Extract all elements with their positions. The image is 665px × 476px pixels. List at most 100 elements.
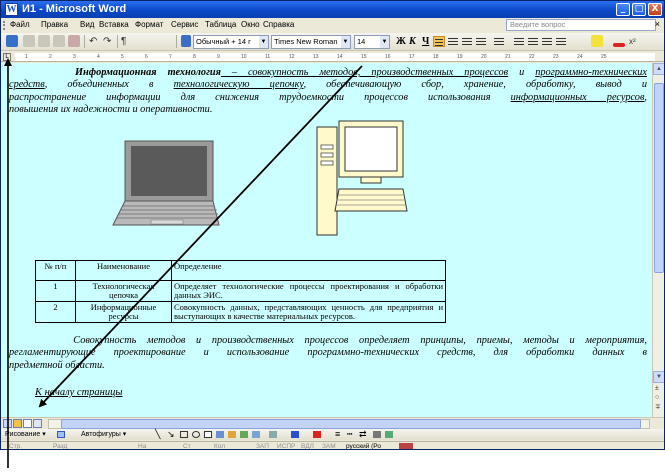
bullets-icon[interactable] [527, 36, 539, 47]
chevron-down-icon[interactable]: ▼ [341, 36, 350, 48]
menu-file[interactable]: Файл [10, 20, 30, 29]
maximize-button[interactable]: □ [632, 3, 646, 16]
justify-icon[interactable] [433, 36, 445, 47]
align-right-icon[interactable] [475, 36, 487, 47]
status-extend[interactable]: ВДЛ [301, 442, 314, 449]
decrease-indent-icon[interactable] [541, 36, 553, 47]
show-formatting-icon[interactable]: ¶ [121, 35, 126, 48]
menu-grip-icon[interactable] [3, 21, 6, 30]
document-close-icon[interactable]: × [655, 19, 660, 29]
chevron-down-icon[interactable]: ▼ [380, 36, 389, 48]
link-means[interactable]: средств [9, 79, 45, 90]
menu-view[interactable]: Вид [80, 20, 94, 29]
font-color-icon[interactable] [613, 43, 625, 47]
undo-icon[interactable]: ↶ [89, 35, 97, 48]
help-question-box[interactable]: Введите вопрос [506, 19, 656, 31]
menu-table[interactable]: Таблица [205, 20, 236, 29]
menu-insert[interactable]: Вставка [99, 20, 129, 29]
shadow-icon[interactable] [373, 431, 381, 438]
permission-icon[interactable] [23, 35, 35, 47]
font-size-select[interactable]: 14 ▼ [354, 35, 390, 49]
word-app-icon[interactable]: W [5, 3, 18, 16]
previous-page-icon[interactable]: ± [655, 385, 659, 392]
arrow-style-icon[interactable]: ⇄ [359, 429, 367, 440]
picture-icon[interactable] [252, 431, 260, 438]
vertical-scrollbar[interactable]: ▲ ▼ ± ○ ∓ [652, 63, 664, 417]
oval-tool-icon[interactable] [192, 431, 200, 438]
menu-edit[interactable]: Правка [41, 20, 68, 29]
styles-pane-icon[interactable] [181, 35, 191, 47]
status-record-macro[interactable]: ЗАП [256, 442, 269, 449]
clipart-icon[interactable] [240, 431, 248, 438]
ruler-band [15, 53, 655, 61]
wordart-icon[interactable] [216, 431, 224, 438]
numbering-icon[interactable] [513, 36, 525, 47]
menu-format[interactable]: Формат [135, 20, 163, 29]
link-info-resources[interactable]: информационных ресурсов [511, 92, 645, 103]
link-software-hardware[interactable]: программно-технических [535, 67, 647, 78]
superscript-icon[interactable]: x² [629, 35, 636, 48]
scroll-down-icon[interactable]: ▼ [653, 371, 664, 383]
menu-help[interactable]: Справка [263, 20, 294, 29]
horizontal-ruler[interactable]: L 1 2 3 4 5 6 7 8 9 10 11 12 13 14 15 16… [1, 52, 664, 62]
format-painter-icon[interactable] [68, 35, 80, 47]
close-button[interactable]: X [648, 3, 662, 16]
select-objects-icon[interactable] [57, 431, 65, 438]
web-view-icon[interactable] [13, 419, 22, 428]
bold-button[interactable]: Ж [396, 35, 406, 48]
line-spacing-icon[interactable] [493, 36, 505, 47]
copy-icon[interactable] [53, 35, 65, 47]
minimize-button[interactable]: _ [616, 3, 630, 16]
select-browse-object-icon[interactable]: ○ [655, 394, 659, 401]
redo-icon[interactable]: ↷ [103, 35, 111, 48]
table-cell-definition: Совокупность данных, представляющих ценн… [171, 301, 446, 323]
dash-style-icon[interactable]: ┅ [347, 429, 352, 440]
fill-color-icon[interactable] [269, 431, 277, 438]
status-track-changes[interactable]: ИСПР [277, 442, 295, 449]
font-select[interactable]: Times New Roman ▼ [271, 35, 351, 49]
link-tech-chain[interactable]: технологическую цепочку [174, 79, 304, 90]
column-header-number: № п/п [35, 260, 76, 281]
vertical-scroll-thumb[interactable] [654, 83, 664, 273]
3d-style-icon[interactable] [385, 431, 393, 438]
menu-window[interactable]: Окно [241, 20, 260, 29]
italic-button[interactable]: К [409, 35, 416, 48]
textbox-tool-icon[interactable] [204, 431, 212, 438]
rectangle-tool-icon[interactable] [180, 431, 188, 438]
print-view-icon[interactable] [23, 419, 32, 428]
line-style-icon[interactable]: ≡ [335, 429, 340, 440]
line-color-icon[interactable] [291, 431, 299, 438]
chevron-down-icon[interactable]: ▼ [259, 36, 268, 48]
cut-icon[interactable] [38, 35, 50, 47]
align-left-icon[interactable] [447, 36, 459, 47]
laptop-illustration [112, 140, 220, 226]
arrow-tool-icon[interactable]: ↘ [167, 429, 175, 440]
drawing-menu-button[interactable]: Рисование ▾ [5, 429, 46, 440]
status-overtype[interactable]: ЗАМ [322, 442, 336, 449]
window-title: И1 - Microsoft Word [22, 3, 127, 15]
increase-indent-icon[interactable] [555, 36, 567, 47]
underline-button[interactable]: Ч [422, 35, 429, 48]
document-area[interactable]: Информационная технология – совокупность… [1, 63, 652, 417]
borders-icon[interactable] [573, 36, 585, 47]
save-icon[interactable] [6, 35, 18, 47]
scroll-up-icon[interactable]: ▲ [653, 63, 664, 75]
style-select[interactable]: Обычный + 14 г ▼ [193, 35, 269, 49]
outline-view-icon[interactable] [33, 419, 42, 428]
normal-view-icon[interactable] [3, 419, 12, 428]
highlight-icon[interactable] [591, 35, 603, 47]
line-tool-icon[interactable]: ╲ [155, 429, 160, 440]
title-bar[interactable]: W И1 - Microsoft Word _ □ X [1, 1, 664, 18]
draw-font-color-icon[interactable] [313, 431, 321, 438]
paragraph-line: средств, объединенных в технологическую … [9, 79, 647, 91]
next-page-icon[interactable]: ∓ [655, 403, 661, 411]
tab-selector-icon[interactable]: L [3, 53, 11, 61]
diagram-icon[interactable] [228, 431, 236, 438]
spelling-status-icon[interactable] [399, 443, 413, 449]
autoshapes-menu-button[interactable]: Автофигуры ▾ [81, 429, 126, 440]
horizontal-scroll-thumb[interactable] [61, 419, 641, 429]
back-to-top-link[interactable]: К началу страницы [35, 387, 122, 398]
menu-tools[interactable]: Сервис [171, 20, 198, 29]
link-methods[interactable]: – совокупность методов, производственных… [221, 67, 508, 78]
align-center-icon[interactable] [461, 36, 473, 47]
